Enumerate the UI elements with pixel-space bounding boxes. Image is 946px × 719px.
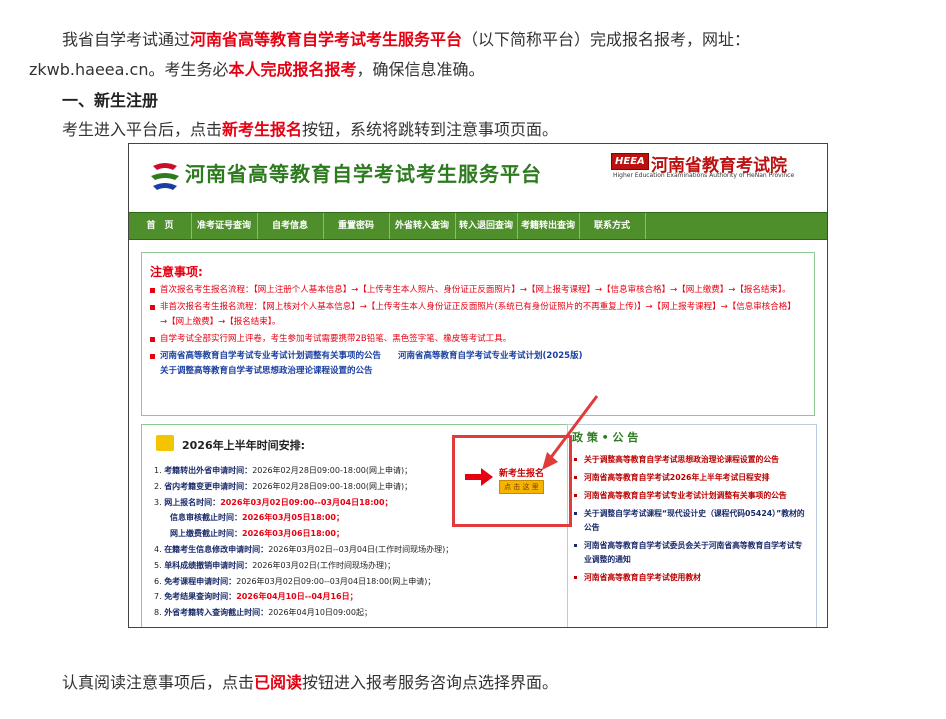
note-icon [156,435,174,451]
nav-transfer-in-query[interactable]: 外省转入查询 [389,213,456,239]
intro-text-d: ，确保信息准确。 [356,60,485,79]
notice-list: 首次报名考生报名流程：【网上注册个人基本信息】→【上传考生本人照片、身份证正反面… [150,283,802,381]
schedule-row: 网上缴费截止时间：2026年03月06日18:00； [170,529,344,539]
platform-screenshot: 河南省高等教育自学考试考生服务平台 HEEA 河南省教育考试院 Higher E… [128,143,828,628]
new-student-register-area[interactable]: 新考生报名 点 击 这 里 [455,438,569,524]
link-politics-course[interactable]: 关于调整高等教育自学考试思想政治理论课程设置的公告 [160,366,373,376]
step1-line: 考生进入平台后，点击新考生报名按钮，系统将跳转到注意事项页面。 [62,119,558,141]
platform-logo-icon [151,163,179,190]
notice-item: 自学考试全部实行网上评卷，考生参加考试需要携带2B铅笔、黑色签字笔、橡皮等考试工… [150,332,802,347]
policy-list: 关于调整高等教育自学考试思想政治理论课程设置的公告 河南省高等教育自学考试2026… [574,453,806,589]
policy-panel: 政 策 • 公 告 关于调整高等教育自学考试思想政治理论课程设置的公告 河南省高等… [567,424,817,627]
intro-line-1: 我省自学考试通过河南省高等教育自学考试考生服务平台（以下简称平台）完成报名报考，… [62,29,750,51]
schedule-row: 5. 单科成绩撤销申请时间：2026年03月02日(工作时间现场办理)； [154,560,396,570]
notice-item-links: 河南省高等教育自学考试专业考试计划调整有关事项的公告 河南省高等教育自学考试专业… [150,349,802,379]
step1-text-a: 考生进入平台后，点击 [62,120,223,139]
schedule-row: 1. 考籍转出外省申请时间：2026年02月28日09:00-18:00(网上申… [154,466,413,475]
site-header: 河南省高等教育自学考试考生服务平台 HEEA 河南省教育考试院 Higher E… [129,144,827,212]
platform-name: 河南省高等教育自学考试考生服务平台 [190,30,463,49]
schedule-row: 8. 外省考籍转入查询截止时间：2026年04月10日09:00起； [154,608,372,618]
section-heading-new-registration: 一、新生注册 [62,91,159,110]
nav-admission-query[interactable]: 准考证号查询 [191,213,258,239]
step2-line: 认真阅读注意事项后，点击已阅读按钮进入报考服务咨询点选择界面。 [62,672,558,694]
schedule-row: 7. 免考结果查询时间：2026年04月10日--04月16日； [154,592,358,602]
schedule-list: 1. 考籍转出外省申请时间：2026年02月28日09:00-18:00(网上申… [154,463,454,621]
nav-reset-password[interactable]: 重置密码 [323,213,390,239]
policy-link[interactable]: 关于调整自学考试课程“现代设计史（课程代码05424）”教材的公告 [574,507,806,535]
site-url[interactable]: zkwb.haeea.cn [29,60,148,79]
intro-text-c: 。考生务必 [148,60,229,79]
heea-logo: HEEA [611,153,649,170]
schedule-title: 2026年上半年时间安排: [182,439,306,452]
new-student-register-label[interactable]: 新考生报名 [499,466,544,479]
site-title: 河南省高等教育自学考试考生服务平台 [185,162,542,186]
schedule-row: 信息审核截止时间：2026年03月05日18:00； [170,513,344,523]
nav-contact[interactable]: 联系方式 [579,213,646,239]
schedule-row: 4. 在籍考生信息修改申请时间：2026年03月02日--03月04日(工作时间… [154,544,454,554]
notice-item: 非首次报名考生报名流程：【网上核对个人基本信息】→【上传考生本人身份证正反面照片… [150,300,802,330]
schedule-row: 3. 网上报名时间：2026年03月02日09:00--03月04日18:00； [154,497,393,507]
link-plan-2025[interactable]: 河南省高等教育自学考试专业考试计划(2025版) [398,351,582,361]
intro-line-2: zkwb.haeea.cn。考生务必本人完成报名报考，确保信息准确。 [29,59,485,81]
schedule-row: 2. 省内考籍变更申请时间：2026年02月28日09:00-18:00(网上申… [154,481,413,491]
main-nav: 首 页 准考证号查询 自考信息 重置密码 外省转入查询 转入退回查询 考籍转出查… [129,212,827,240]
policy-link[interactable]: 河南省高等教育自学考试委员会关于河南省高等教育自学考试专业调整的通知 [574,539,806,567]
nav-transfer-return-query[interactable]: 转入退回查询 [455,213,518,239]
intro-text-a: 我省自学考试通过 [62,30,191,49]
authority-name-en: Higher Education Examinations Authority … [613,172,795,179]
link-plan-adjustment[interactable]: 河南省高等教育自学考试专业考试计划调整有关事项的公告 [160,351,381,361]
step1-button-name: 新考生报名 [222,120,303,139]
step2-text-a: 认真阅读注意事项后，点击 [62,673,255,692]
arrow-right-icon [465,468,493,486]
step2-button-name: 已阅读 [254,673,303,692]
schedule-row: 6. 免考课程申请时间：2026年03月02日09:00--03月04日18:0… [154,576,436,586]
self-complete-emphasis: 本人完成报名报考 [228,60,357,79]
nav-transfer-out-query[interactable]: 考籍转出查询 [517,213,580,239]
notice-item: 首次报名考生报名流程：【网上注册个人基本信息】→【上传考生本人照片、身份证正反面… [150,283,802,298]
policy-link[interactable]: 关于调整高等教育自学考试思想政治理论课程设置的公告 [574,453,806,467]
intro-text-b: （以下简称平台）完成报名报考，网址： [462,30,751,49]
new-student-register-button[interactable]: 点 击 这 里 [499,480,544,494]
policy-title: 政 策 • 公 告 [572,431,639,444]
new-student-highlight: 新考生报名 点 击 这 里 [452,435,572,527]
notice-title: 注意事项: [150,265,203,279]
step1-text-b: 按钮，系统将跳转到注意事项页面。 [302,120,559,139]
nav-home[interactable]: 首 页 [129,213,192,239]
policy-link[interactable]: 河南省高等教育自学考试专业考试计划调整有关事项的公告 [574,489,806,503]
nav-exam-info[interactable]: 自考信息 [257,213,324,239]
policy-link[interactable]: 河南省高等教育自学考试2026年上半年考试日程安排 [574,471,806,485]
step2-text-b: 按钮进入报考服务咨询点选择界面。 [302,673,559,692]
notice-panel: 注意事项: 首次报名考生报名流程：【网上注册个人基本信息】→【上传考生本人照片、… [141,252,815,416]
policy-link[interactable]: 河南省高等教育自学考试使用教材 [574,571,806,585]
